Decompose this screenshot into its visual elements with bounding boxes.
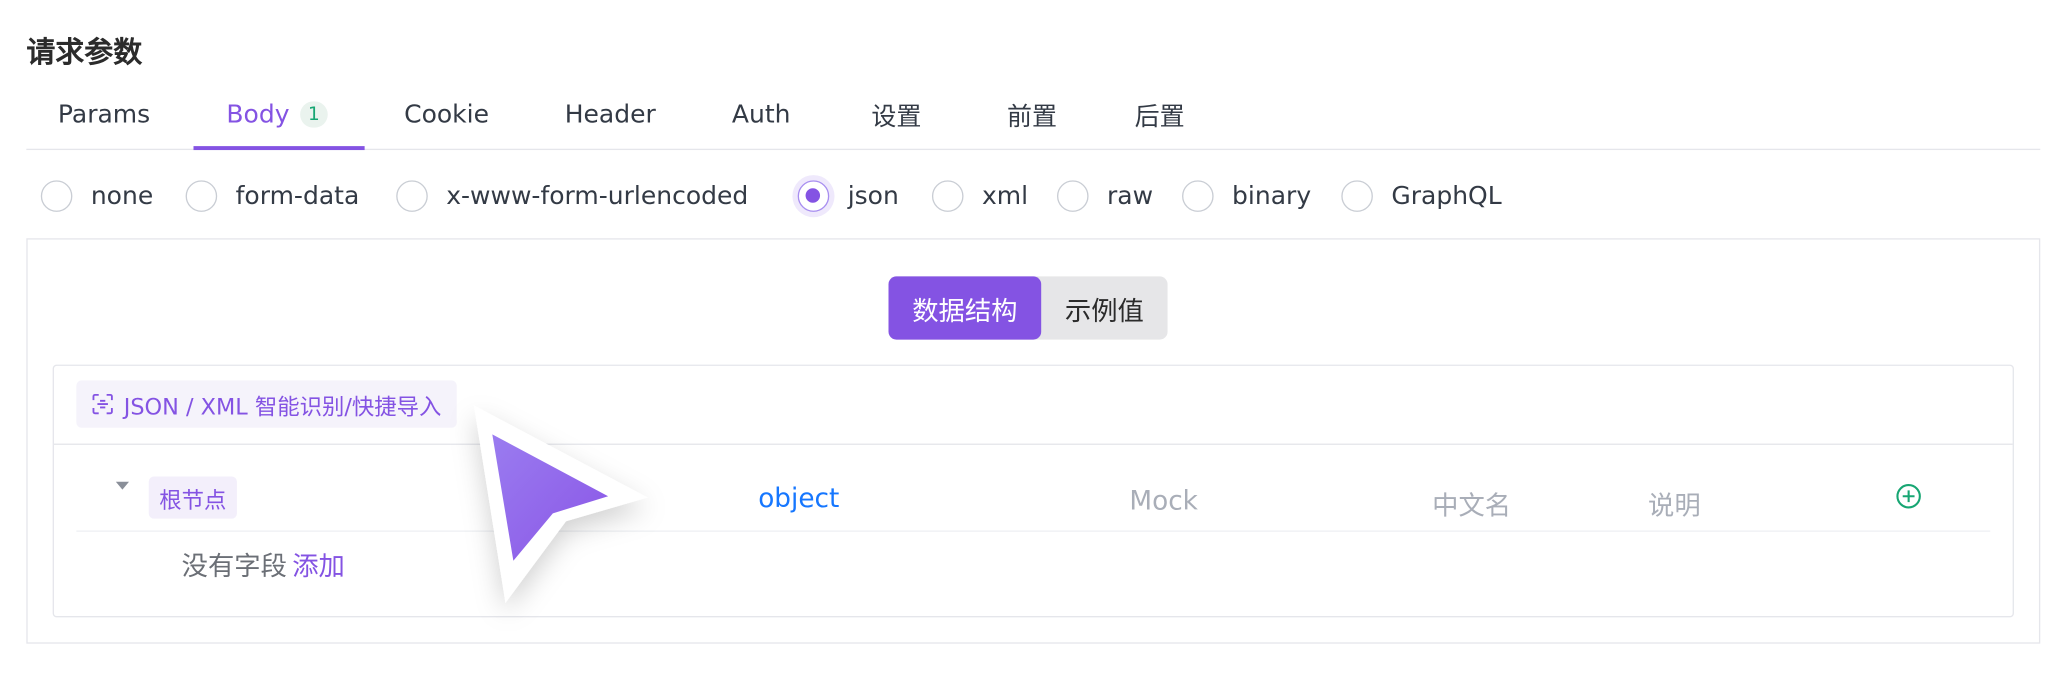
radio-label: x-www-form-urlencoded	[446, 181, 749, 211]
radio-binary[interactable]: binary	[1182, 174, 1311, 219]
radio-circle	[40, 180, 73, 212]
tab-label: Params	[57, 100, 151, 129]
radio-circle-checked	[797, 180, 830, 212]
radio-label: form-data	[235, 181, 360, 211]
tab-label: Body	[226, 100, 290, 129]
root-node-tag: 根节点	[148, 476, 237, 519]
request-params-page: 请求参数 Params Body 1 Cookie Header Auth 设置…	[0, 0, 2064, 683]
tab-header[interactable]: Header	[565, 79, 656, 150]
tab-label: Cookie	[404, 100, 490, 129]
add-circle-icon[interactable]	[1895, 483, 1921, 509]
radio-label: GraphQL	[1391, 181, 1502, 211]
body-count-badge: 1	[300, 101, 328, 128]
add-field-link[interactable]: 添加	[292, 550, 345, 582]
description-input[interactable]: 说明	[1648, 484, 1701, 522]
structure-view-button[interactable]: 数据结构	[888, 276, 1042, 340]
root-node-row: 根节点 object Mock 中文名 说明	[76, 445, 1991, 532]
radio-circle	[396, 180, 428, 212]
tab-pre-script[interactable]: 前置	[1007, 79, 1057, 150]
caret-down-icon[interactable]	[115, 481, 129, 490]
radio-label: xml	[981, 181, 1029, 211]
radio-xml[interactable]: xml	[931, 174, 1029, 219]
cn-name-input[interactable]: 中文名	[1432, 484, 1511, 522]
radio-label: raw	[1107, 181, 1154, 211]
smart-import-button[interactable]: JSON / XML 智能识别/快捷导入	[76, 380, 458, 428]
import-button-label: JSON / XML 智能识别/快捷导入	[123, 394, 442, 421]
empty-fields-row: 没有字段 添加	[182, 545, 345, 583]
mock-input[interactable]: Mock	[1129, 484, 1198, 516]
radio-label: json	[847, 181, 899, 211]
type-selector[interactable]: object	[758, 482, 839, 514]
schema-editor: JSON / XML 智能识别/快捷导入 根节点 object Mock 中文名…	[52, 364, 2014, 618]
radio-none[interactable]: none	[40, 174, 154, 219]
radio-json[interactable]: json	[797, 174, 899, 219]
active-tab-indicator	[193, 146, 365, 151]
section-title: 请求参数	[26, 36, 143, 70]
radio-circle	[1182, 180, 1214, 212]
radio-x-www-form-urlencoded[interactable]: x-www-form-urlencoded	[396, 174, 748, 219]
radio-label: none	[90, 181, 154, 211]
body-panel: 数据结构 示例值 JSON / XML 智能识别/快捷导入 根节点 object…	[26, 238, 2041, 644]
example-view-button[interactable]: 示例值	[1041, 276, 1167, 339]
empty-fields-text: 没有字段	[181, 550, 287, 582]
radio-graphql[interactable]: GraphQL	[1341, 174, 1502, 219]
radio-circle	[185, 180, 218, 212]
radio-circle	[1341, 180, 1373, 212]
tab-label: 设置	[871, 102, 922, 131]
param-tabs: Params Body 1 Cookie Header Auth 设置 前置 后…	[26, 79, 2041, 151]
tab-label: Header	[564, 100, 656, 129]
radio-circle	[1056, 180, 1089, 212]
tab-cookie[interactable]: Cookie	[404, 79, 489, 150]
import-toolbar: JSON / XML 智能识别/快捷导入	[53, 366, 2013, 445]
tab-settings[interactable]: 设置	[871, 79, 921, 150]
tab-body[interactable]: Body 1	[226, 79, 328, 150]
tab-label: 前置	[1006, 102, 1058, 131]
tab-post-script[interactable]: 后置	[1135, 79, 1185, 150]
tab-params[interactable]: Params	[58, 79, 150, 150]
radio-label: binary	[1232, 181, 1312, 211]
view-switch: 数据结构 示例值	[888, 276, 1168, 340]
tab-label: Auth	[731, 100, 791, 129]
tab-auth[interactable]: Auth	[732, 79, 791, 150]
scan-import-icon	[92, 393, 113, 415]
radio-form-data[interactable]: form-data	[185, 174, 360, 219]
radio-raw[interactable]: raw	[1056, 174, 1154, 219]
tab-label: 后置	[1134, 102, 1185, 131]
radio-circle	[931, 180, 964, 212]
